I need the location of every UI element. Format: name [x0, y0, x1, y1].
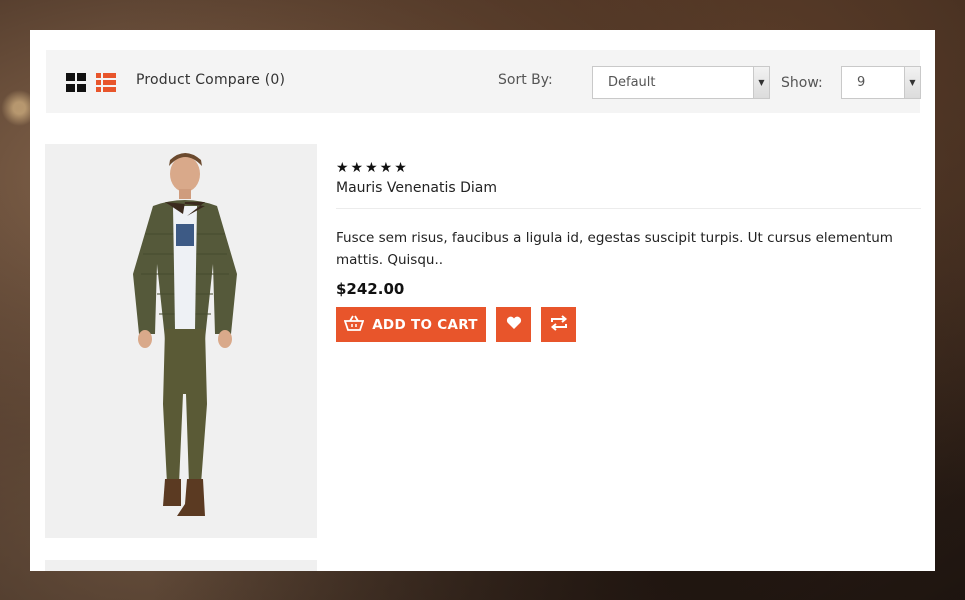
- star-rating: ★★★★★: [336, 160, 409, 176]
- product-listing-panel: Product Compare (0) Sort By: Default ▼ S…: [30, 30, 935, 571]
- wishlist-button[interactable]: [496, 307, 531, 342]
- chevron-down-icon: ▼: [753, 67, 769, 98]
- compare-arrows-icon: [550, 314, 568, 335]
- show-count-select[interactable]: 9 ▼: [841, 66, 921, 99]
- heart-icon: [506, 315, 522, 334]
- show-label: Show:: [781, 75, 823, 91]
- product-actions: ADD TO CART: [336, 307, 921, 342]
- product-price: $242.00: [336, 280, 405, 298]
- listing-toolbar: Product Compare (0) Sort By: Default ▼ S…: [46, 50, 921, 113]
- product-description: Fusce sem risus, faucibus a ligula id, e…: [336, 230, 893, 268]
- add-to-cart-label: ADD TO CART: [372, 316, 478, 333]
- product-info: ★★★★★ Mauris Venenatis Diam Fusce sem ri…: [336, 160, 921, 342]
- grid-view-icon[interactable]: [66, 73, 86, 92]
- model-figure: [133, 153, 237, 516]
- sort-by-label: Sort By:: [498, 72, 553, 88]
- compare-button[interactable]: [541, 307, 576, 342]
- divider: [336, 208, 921, 209]
- list-view-icon[interactable]: [96, 73, 116, 92]
- basket-icon: [343, 315, 365, 335]
- sort-by-value: Default: [608, 75, 656, 90]
- add-to-cart-button[interactable]: ADD TO CART: [336, 307, 486, 342]
- product-image[interactable]: [45, 144, 317, 538]
- next-product-image[interactable]: [45, 560, 317, 571]
- chevron-down-icon: ▼: [904, 67, 920, 98]
- sort-by-select[interactable]: Default ▼: [592, 66, 770, 99]
- product-name[interactable]: Mauris Venenatis Diam: [336, 180, 921, 196]
- show-count-value: 9: [857, 75, 866, 90]
- product-compare-link[interactable]: Product Compare (0): [136, 72, 285, 88]
